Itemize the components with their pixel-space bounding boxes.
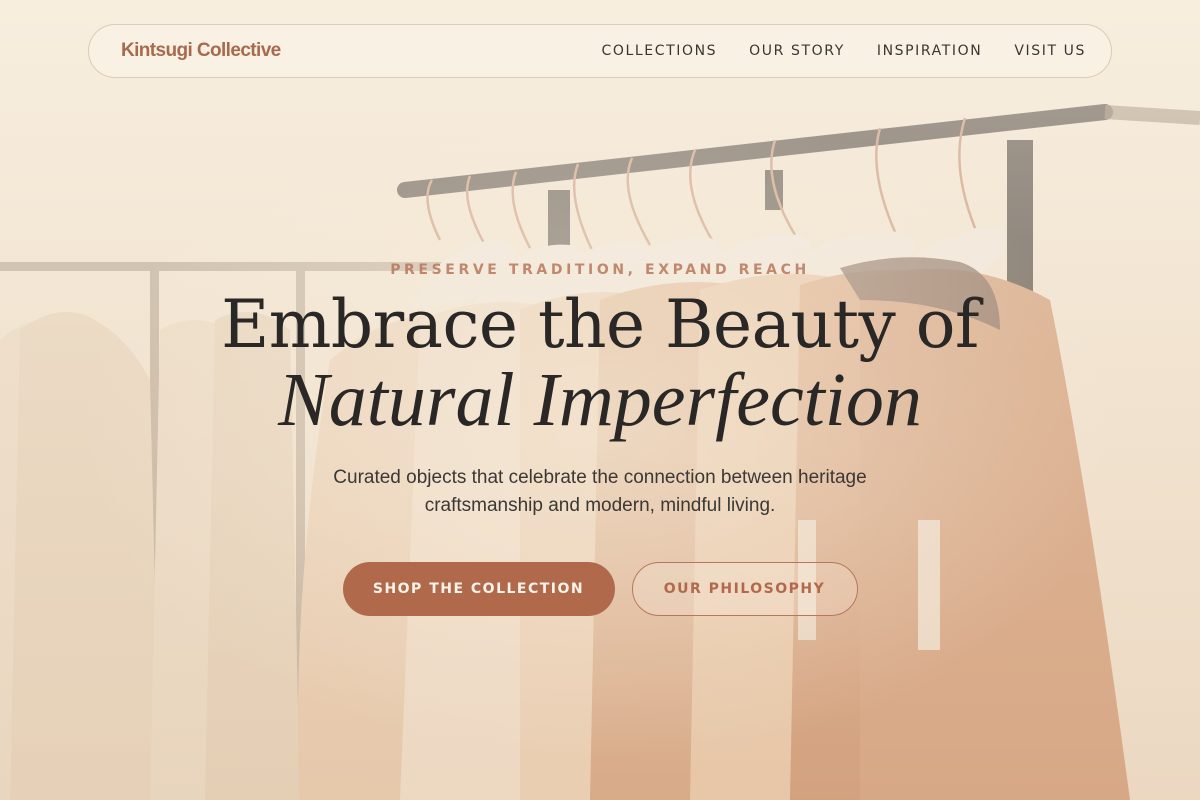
top-navigation: Kintsugi Collective COLLECTIONS OUR STOR… [88,24,1112,78]
nav-link-visit-us[interactable]: VISIT US [1014,43,1086,59]
nav-link-our-story[interactable]: OUR STORY [749,43,845,59]
hero-eyebrow: PRESERVE TRADITION, EXPAND REACH [390,262,810,278]
shop-collection-button[interactable]: SHOP THE COLLECTION [342,562,615,616]
hero-headline: Embrace the Beauty of Natural Imperfecti… [0,286,1200,442]
brand-logo[interactable]: Kintsugi Collective [121,40,281,62]
hero-subtitle: Curated objects that celebrate the conne… [333,467,867,516]
nav-links: COLLECTIONS OUR STORY INSPIRATION VISIT … [601,43,1086,59]
hero-headline-line1: Embrace the Beauty of [221,286,979,363]
hero-section: PRESERVE TRADITION, EXPAND REACH Embrace… [0,262,1200,616]
nav-link-inspiration[interactable]: INSPIRATION [877,43,982,59]
hero-cta-row: SHOP THE COLLECTION OUR PHILOSOPHY [0,562,1200,616]
nav-link-collections[interactable]: COLLECTIONS [601,43,717,59]
our-philosophy-button[interactable]: OUR PHILOSOPHY [631,562,858,616]
hero-headline-line2: Natural Imperfection [278,358,922,442]
